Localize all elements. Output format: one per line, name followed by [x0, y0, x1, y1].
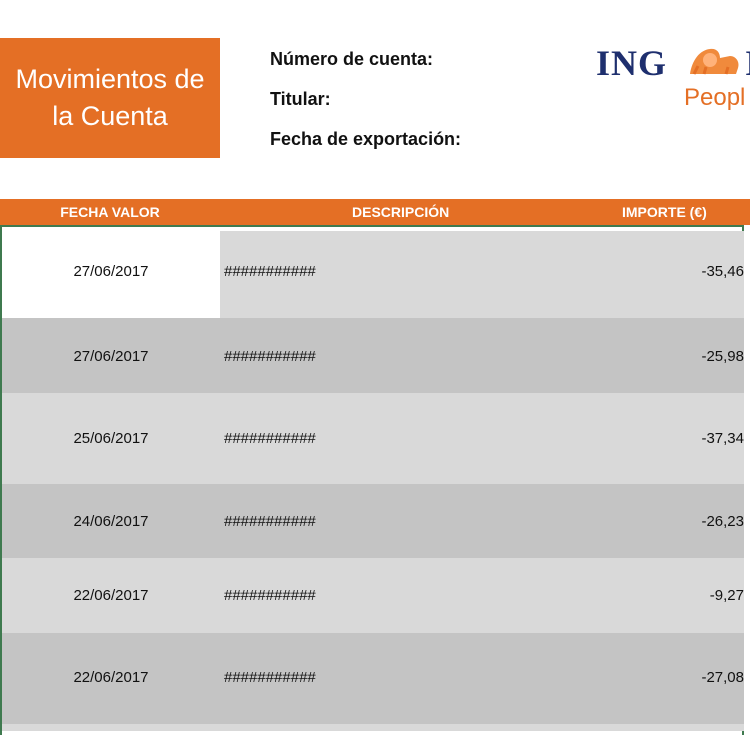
row-description: ########### — [224, 669, 316, 686]
column-date: FECHA VALOR — [60, 204, 160, 220]
row-amount: -26,23 — [701, 513, 744, 530]
table-row[interactable]: 24/06/2017 ########### -26,23 — [2, 484, 744, 558]
row-date: 25/06/2017 — [73, 430, 149, 447]
logo-text-continued: I — [745, 42, 750, 84]
title-line-1: Movimientos de — [15, 64, 205, 94]
ing-logo: ING I Peopl — [596, 38, 750, 118]
row-amount: -35,46 — [701, 263, 744, 280]
table-row[interactable]: 22/06/2017 ########### -9,27 — [2, 558, 744, 633]
row-date: 24/06/2017 — [73, 513, 149, 530]
logo-text: ING — [596, 43, 668, 83]
table-header: FECHA VALOR DESCRIPCIÓN IMPORTE (€) — [0, 199, 750, 225]
row-amount: -27,08 — [701, 669, 744, 686]
row-amount: -9,27 — [709, 587, 744, 604]
column-description: DESCRIPCIÓN — [352, 204, 450, 220]
column-amount: IMPORTE (€) — [622, 204, 707, 220]
row-amount: -37,34 — [701, 430, 744, 447]
table-row[interactable]: 27/06/2017 ########### -25,98 — [2, 318, 744, 393]
row-date: 27/06/2017 — [73, 263, 149, 280]
lion-icon — [690, 48, 739, 75]
row-description: ########### — [224, 348, 316, 365]
table-row[interactable]: 22/06/2017 ########### -27,08 — [2, 633, 744, 724]
table-row[interactable]: 25/06/2017 ########### -37,34 — [2, 393, 744, 484]
table-row[interactable] — [2, 724, 744, 731]
logo-tagline: Peopl — [684, 84, 746, 111]
table-row[interactable]: 27/06/2017 ########### -35,46 — [2, 231, 744, 318]
title-line-2: la Cuenta — [52, 101, 168, 131]
row-amount: -25,98 — [701, 348, 744, 365]
row-description: ########### — [224, 587, 316, 604]
row-description: ########### — [224, 430, 316, 447]
account-number-label: Número de cuenta: — [270, 49, 434, 69]
page-title: Movimientos de la Cuenta — [0, 38, 220, 158]
row-description: ########### — [224, 513, 316, 530]
row-date: 22/06/2017 — [73, 587, 149, 604]
row-description: ########### — [224, 263, 316, 280]
row-date: 27/06/2017 — [73, 348, 149, 365]
holder-label: Titular: — [270, 89, 331, 109]
row-date: 22/06/2017 — [73, 669, 149, 686]
export-date-label: Fecha de exportación: — [270, 129, 462, 149]
